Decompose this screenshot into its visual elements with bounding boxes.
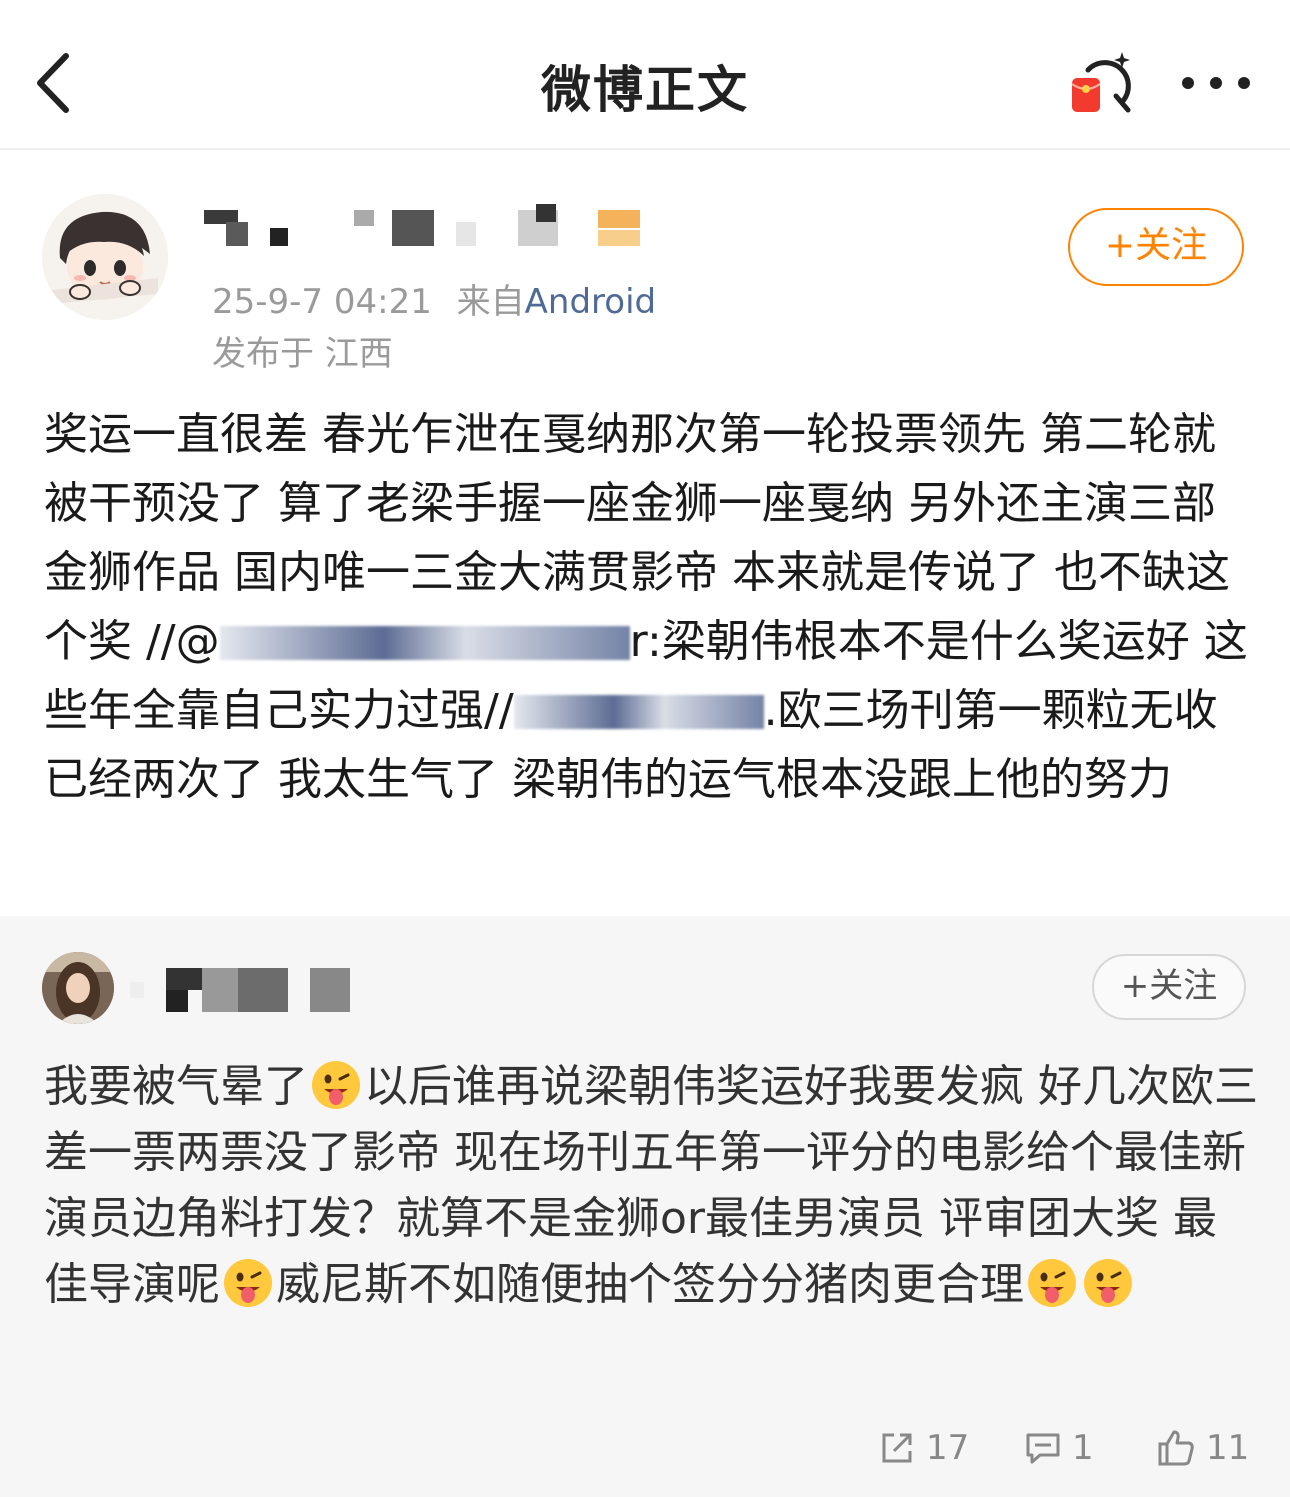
mention-pixelated[interactable] [513,695,764,729]
tongue-out-emoji [1084,1259,1132,1307]
post-time: 25-9-7 04:21 [212,282,432,322]
more-button[interactable] [1176,58,1256,108]
follow-button[interactable]: +关注 [1092,954,1246,1020]
post-source[interactable]: Android [525,282,656,322]
repost-count: 17 [926,1428,970,1468]
post-location: 发布于 江西 [212,334,393,374]
more-dots-icon [1182,77,1250,89]
thumbs-up-icon [1158,1430,1194,1466]
username-pixelated[interactable] [130,968,390,1012]
retweeted-text-part: 威尼斯不如随便抽个签分分猪肉更合理 [276,1259,1024,1310]
follow-button[interactable]: +关注 [1068,208,1244,286]
comment-count: 1 [1072,1428,1094,1468]
top-nav-bar: 微博正文 [0,0,1290,150]
retweeted-text-part: 我要被气晕了 [44,1061,308,1112]
photo-avatar-image [42,952,114,1024]
post-meta: 25-9-7 04:21 来自Android [212,274,656,323]
like-count: 11 [1206,1428,1250,1468]
share-icon [882,1433,912,1463]
retweeted-post[interactable]: +关注 我要被气晕了 以后谁再说梁朝伟奖运好我要发疯 好几次欧三差一票两票没了影帝… [0,916,1290,1497]
like-action[interactable]: 11 [1156,1418,1249,1478]
comment-action[interactable]: 1 [1024,1418,1094,1478]
mention-pixelated[interactable] [219,626,630,660]
avatar[interactable] [42,194,168,320]
red-packet-icon [1071,52,1131,113]
tongue-out-emoji [1028,1259,1076,1307]
cartoon-avatar-image [42,194,168,320]
post-body: 奖运一直很差 春光乍泄在戛纳那次第一轮投票领先 第二轮就被干预没了 算了老梁手握… [44,400,1254,814]
tongue-out-emoji [224,1259,272,1307]
from-label: 来自 [456,282,525,322]
weibo-post: 25-9-7 04:21 来自Android 发布于 江西 +关注 奖运一直很差… [0,150,1290,916]
red-packet-button[interactable] [1066,48,1138,118]
avatar[interactable] [42,952,114,1024]
username-pixelated[interactable] [204,202,664,252]
repost-action[interactable]: 17 [878,1418,969,1478]
retweeted-body: 我要被气晕了 以后谁再说梁朝伟奖运好我要发疯 好几次欧三差一票两票没了影帝 现在场… [44,1054,1258,1318]
tongue-out-emoji [312,1061,360,1109]
comment-icon [1026,1433,1060,1464]
